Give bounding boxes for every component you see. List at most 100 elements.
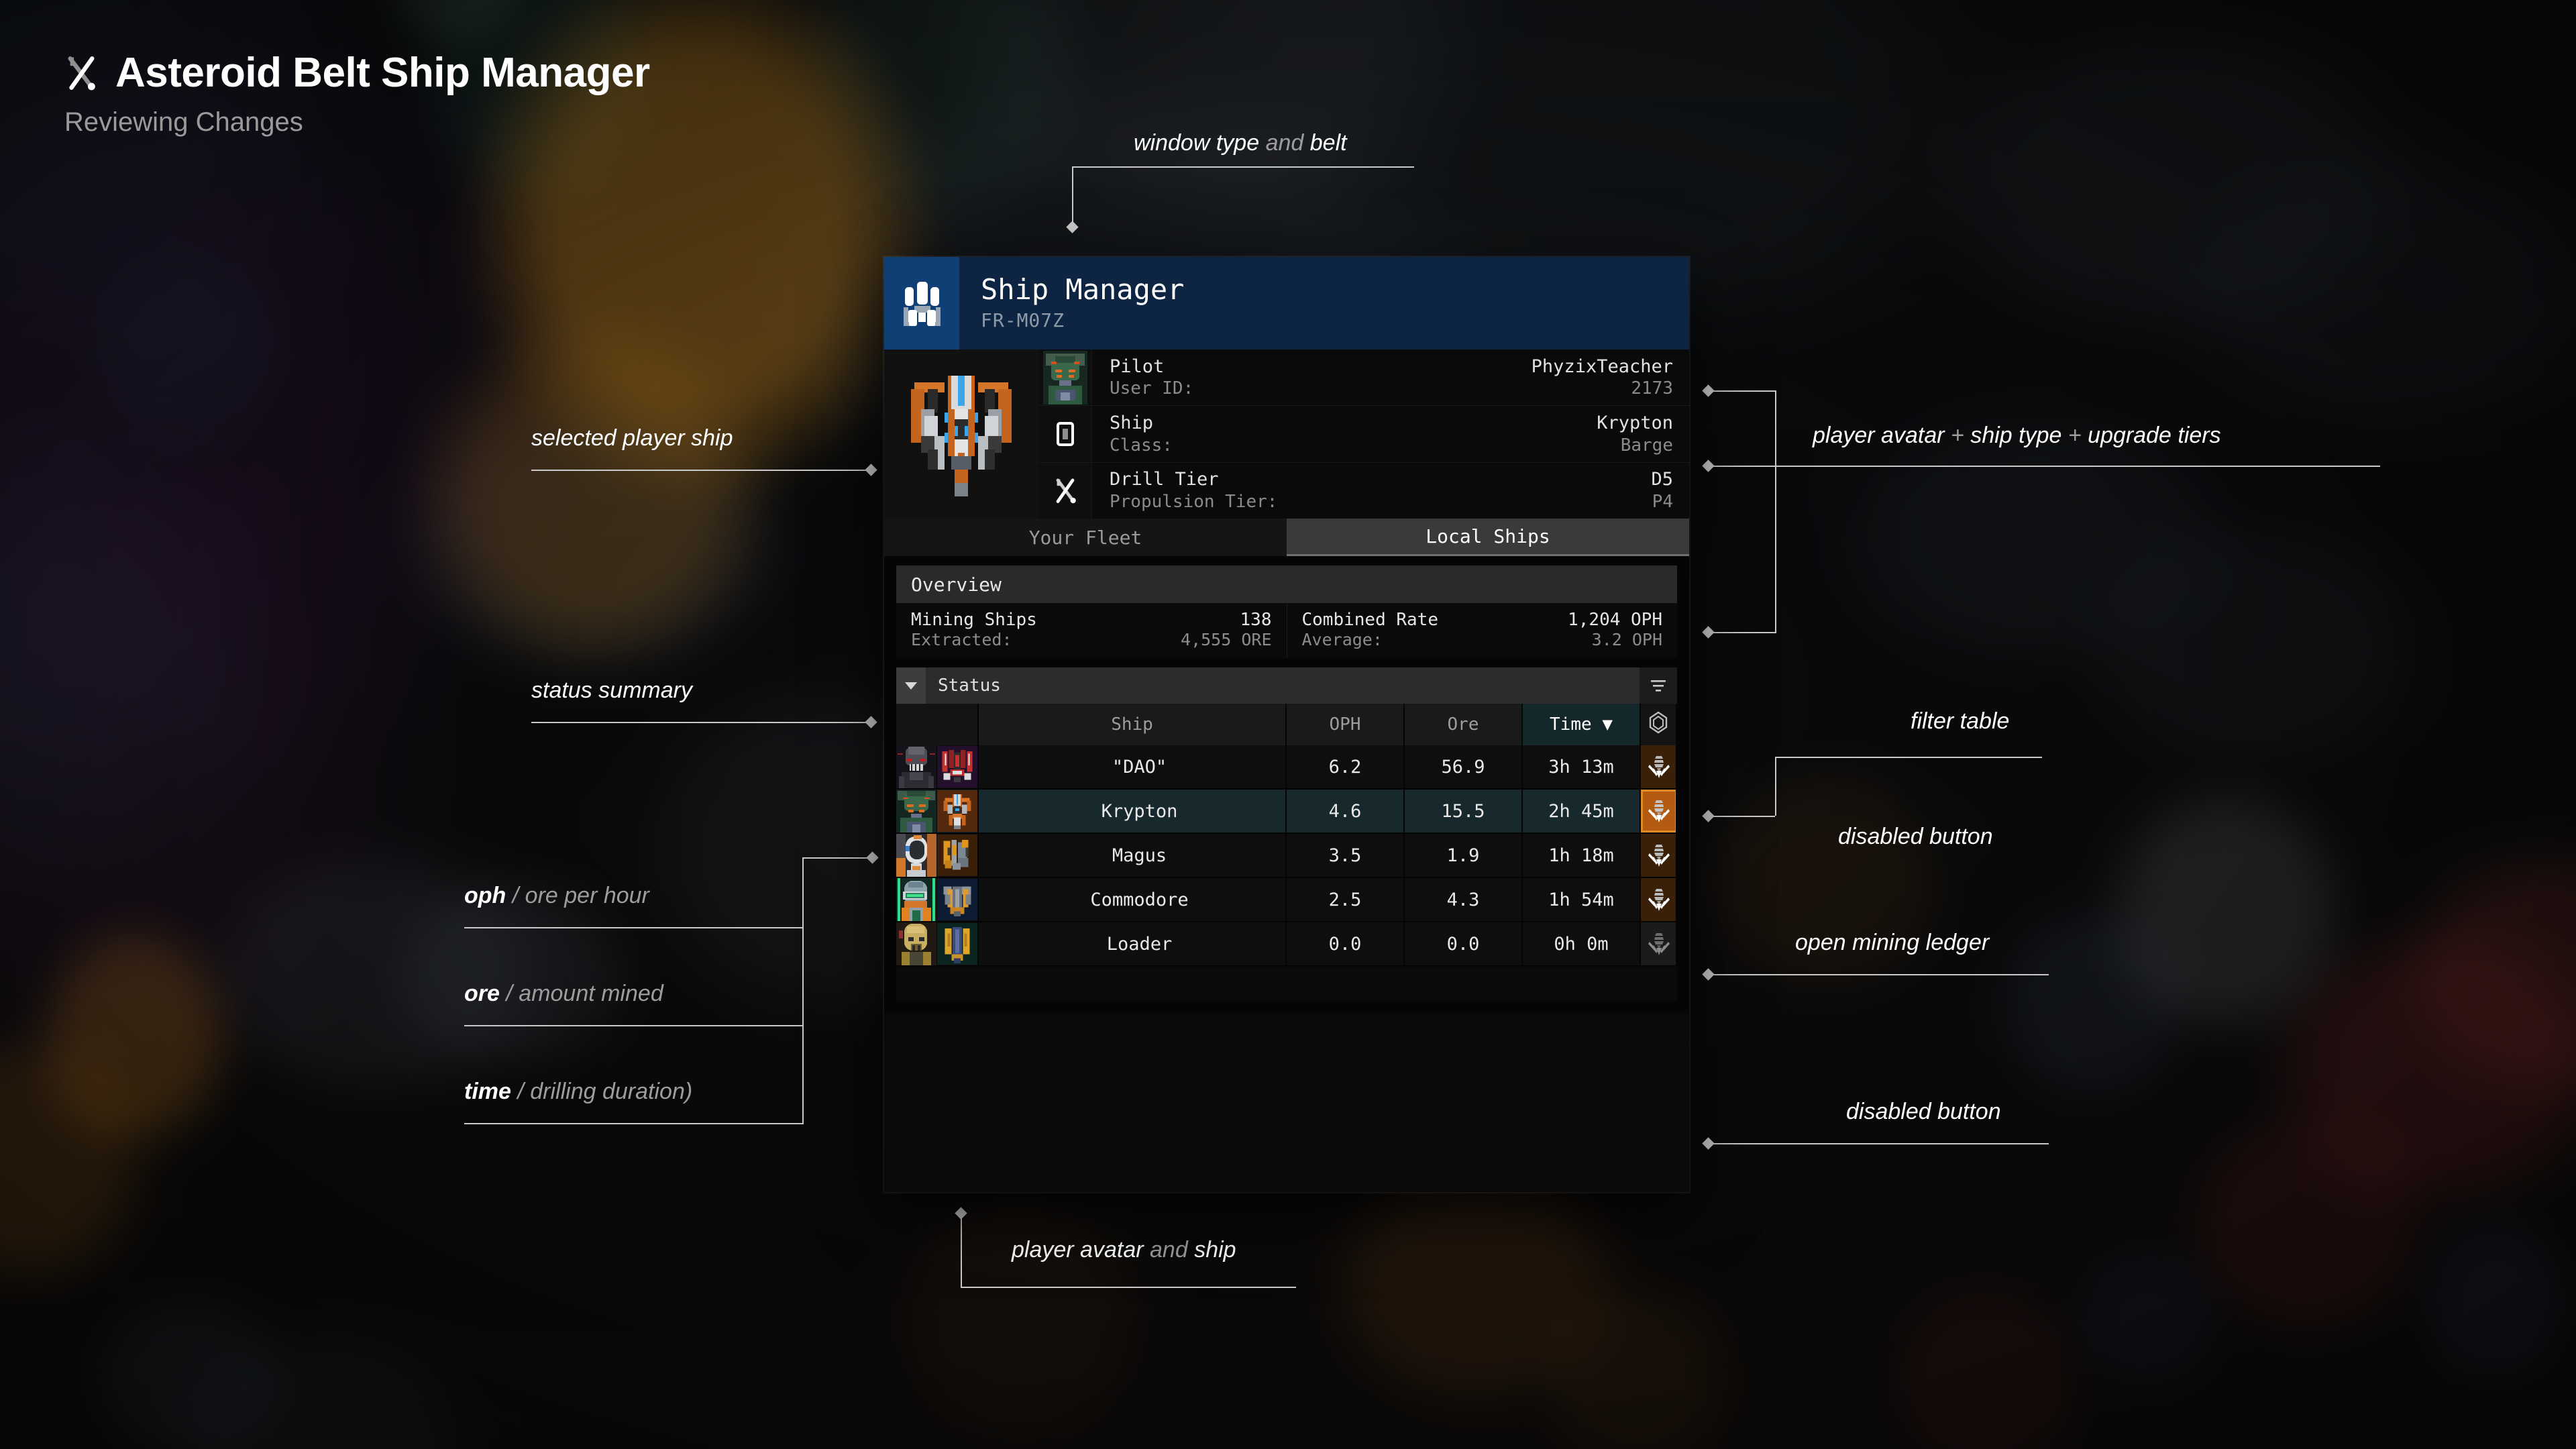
pilot-value: PhyzixTeacher <box>1531 356 1673 377</box>
stat-combined-rate: Combined Rate 1,204 OPH Average: 3.2 OPH <box>1286 603 1678 658</box>
annotation-legend-oph: oph / ore per hour <box>464 883 649 908</box>
drill-icon <box>1648 889 1670 911</box>
tab-your-fleet[interactable]: Your Fleet <box>884 519 1287 556</box>
annotation-rule <box>1709 1143 2049 1144</box>
drill-icon <box>1648 756 1670 778</box>
annotation-rule <box>1072 166 1073 227</box>
combined-rate-label: Combined Rate <box>1301 610 1439 630</box>
ship-icon <box>904 282 941 326</box>
info-row-tiers: Drill Tier Propulsion Tier: D5 P4 <box>1038 462 1689 519</box>
th-avatar <box>896 704 979 745</box>
collapse-button[interactable] <box>896 667 926 704</box>
th-time[interactable]: Time ▼ <box>1522 704 1641 745</box>
tab-local-ships[interactable]: Local Ships <box>1287 519 1689 556</box>
crossed-tools-icon <box>1056 478 1076 504</box>
annotation-rule <box>464 1025 804 1026</box>
class-label: Class: <box>1110 435 1173 455</box>
annotation-filter-table: filter table <box>1911 708 2010 734</box>
table-row[interactable]: "DAO" 6.2 56.9 3h 13m <box>896 745 1677 790</box>
drill-button[interactable] <box>1641 790 1677 833</box>
ship-class-icon <box>1056 421 1074 446</box>
row-avatar-cell <box>896 922 937 967</box>
table-row[interactable]: Commodore 2.5 4.3 1h 54m <box>896 877 1677 922</box>
annotation-rule <box>464 927 804 928</box>
row-action-cell <box>1640 877 1677 922</box>
selected-ship-artwork <box>884 350 1038 519</box>
annotation-avatar-and-ship: player avatar and ship <box>1012 1237 1236 1263</box>
window-subtitle: FR-M07Z <box>981 309 1065 331</box>
annotation-rule <box>802 857 804 1123</box>
drill-button-disabled <box>1641 922 1677 965</box>
pilot-avatar-icon <box>896 745 936 788</box>
page-title: Asteroid Belt Ship Manager <box>115 50 650 96</box>
row-time: 0h 0m <box>1522 922 1641 967</box>
crossed-tools-icon <box>68 56 95 91</box>
annotation-legend-time: time / drilling duration) <box>464 1079 693 1104</box>
filter-button[interactable] <box>1640 667 1677 704</box>
annotation-rule <box>1709 632 1776 633</box>
propulsion-tier-value: P4 <box>1652 491 1673 512</box>
window-body: Overview Mining Ships 138 Extracted: 4,5… <box>884 556 1689 1014</box>
overview-stats: Mining Ships 138 Extracted: 4,555 ORE Co… <box>896 603 1677 658</box>
chevron-down-icon <box>905 682 917 690</box>
row-ore: 15.5 <box>1404 789 1523 834</box>
ship-thumbnail <box>937 879 977 920</box>
row-oph: 0.0 <box>1286 922 1405 967</box>
ship-thumbnail <box>937 835 977 876</box>
row-ship-thumb-cell <box>936 877 979 922</box>
row-time: 1h 18m <box>1522 833 1641 878</box>
row-action-cell <box>1640 833 1677 878</box>
row-time: 2h 45m <box>1522 789 1641 834</box>
th-oph[interactable]: OPH <box>1286 704 1405 745</box>
row-ship-thumb-cell <box>936 745 979 790</box>
page-subtitle: Reviewing Changes <box>64 107 303 137</box>
filter-icon <box>1651 680 1666 692</box>
annotation-rule <box>1709 974 2049 975</box>
pilot-avatar-icon <box>896 922 936 965</box>
fleet-table-body: "DAO" 6.2 56.9 3h 13m Krypton 4.6 15.5 2… <box>896 745 1677 967</box>
drill-button[interactable] <box>1641 834 1677 877</box>
th-ship[interactable]: Ship <box>978 704 1287 745</box>
table-header-row: Ship OPH Ore Time ▼ <box>896 704 1677 745</box>
ship-label: Ship <box>1110 412 1154 433</box>
annotation-rule <box>1709 466 2380 467</box>
annotation-rule <box>961 1287 1296 1288</box>
drill-icon <box>1648 845 1670 867</box>
row-ore: 4.3 <box>1404 877 1523 922</box>
row-oph: 2.5 <box>1286 877 1405 922</box>
table-row[interactable]: Krypton 4.6 15.5 2h 45m <box>896 789 1677 834</box>
mining-ships-value: 138 <box>1240 610 1272 630</box>
tab-bar: Your Fleet Local Ships <box>884 519 1689 556</box>
status-label: Status <box>926 667 1640 704</box>
annotation-rule <box>1775 390 1776 632</box>
stat-mining-ships: Mining Ships 138 Extracted: 4,555 ORE <box>896 603 1287 658</box>
row-avatar-cell <box>896 789 937 834</box>
user-id-label: User ID: <box>1110 378 1194 399</box>
row-avatar-cell <box>896 833 937 878</box>
table-row[interactable]: Magus 3.5 1.9 1h 18m <box>896 833 1677 878</box>
annotation-rule <box>961 1213 962 1288</box>
drill-button[interactable] <box>1641 745 1677 788</box>
pilot-avatar-icon <box>1042 350 1087 405</box>
row-ship-thumb-cell <box>936 789 979 834</box>
pilot-avatar-icon <box>896 790 936 833</box>
extracted-label: Extracted: <box>911 630 1012 649</box>
annotation-rule <box>464 1123 804 1124</box>
fleet-table: Ship OPH Ore Time ▼ "DAO" 6.2 56.9 3h 13… <box>896 704 1677 967</box>
row-ship-name: Loader <box>978 922 1287 967</box>
screenshot-root: Asteroid Belt Ship Manager Reviewing Cha… <box>0 0 2576 1449</box>
annotation-status-summary: status summary <box>531 678 692 703</box>
annotation-disabled-button-top: disabled button <box>1838 824 1993 849</box>
row-ship-thumb-cell <box>936 922 979 967</box>
th-ore[interactable]: Ore <box>1404 704 1523 745</box>
row-oph: 4.6 <box>1286 789 1405 834</box>
row-avatar-cell <box>896 877 937 922</box>
average-value: 3.2 OPH <box>1591 630 1662 649</box>
table-row[interactable]: Loader 0.0 0.0 0h 0m <box>896 922 1677 967</box>
pilot-avatar-icon <box>896 834 936 877</box>
drill-button[interactable] <box>1641 878 1677 921</box>
ship-manager-window: Ship Manager FR-M07Z Pilot User ID: Phyz… <box>884 257 1689 1192</box>
annotation-rule <box>1709 390 1776 392</box>
ship-class-icon-container <box>1038 406 1092 462</box>
row-ore: 56.9 <box>1404 745 1523 790</box>
